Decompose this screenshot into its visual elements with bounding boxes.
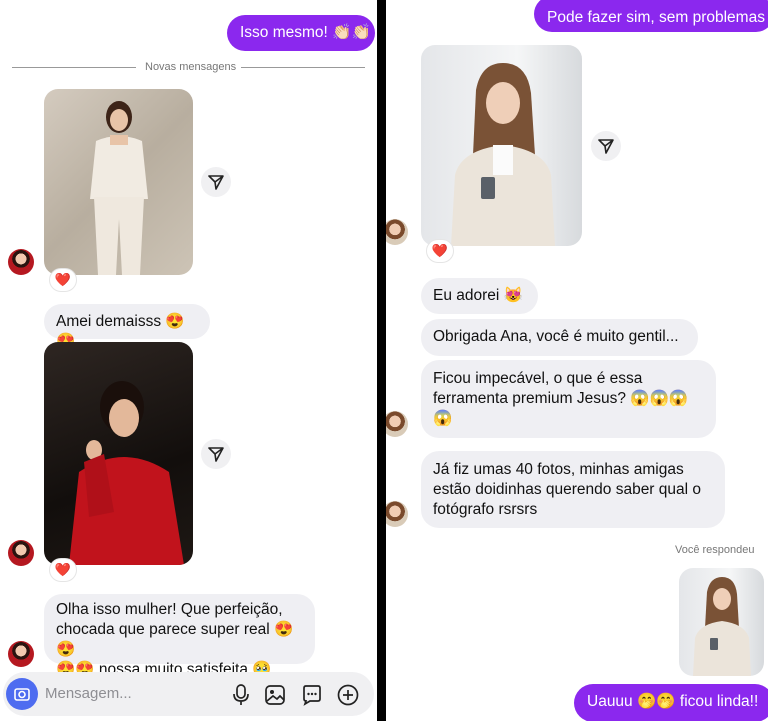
- divider-line-left: [12, 67, 136, 68]
- avatar[interactable]: [386, 501, 408, 527]
- sticker-icon: [303, 685, 321, 706]
- avatar[interactable]: [8, 249, 34, 275]
- avatar[interactable]: [386, 411, 408, 437]
- heart-icon: ❤️: [54, 272, 72, 287]
- plus-icon: [337, 684, 359, 706]
- new-messages-divider: Novas mensagens: [145, 61, 237, 73]
- send-icon: [208, 447, 224, 462]
- received-message-bubble[interactable]: Eu adorei 😻: [421, 278, 538, 314]
- camera-icon: [14, 688, 30, 701]
- sent-message-bubble[interactable]: Pode fazer sim, sem problemas: [534, 0, 768, 32]
- message-text: Eu adorei 😻: [433, 287, 523, 304]
- message-text: Isso mesmo! 👏🏻👏🏻: [240, 24, 371, 41]
- message-text-line: fotógrafo rsrsrs: [433, 501, 538, 518]
- heart-reaction[interactable]: ❤️: [49, 268, 77, 292]
- avatar[interactable]: [8, 641, 34, 667]
- avatar[interactable]: [8, 540, 34, 566]
- message-composer: Mensagem...: [3, 672, 374, 716]
- replied-photo-thumbnail[interactable]: [679, 568, 764, 676]
- photo-red-suit-illustration: [69, 381, 184, 565]
- message-text-line: estão doidinhas querendo saber qual o: [433, 481, 702, 498]
- heart-icon: ❤️: [431, 243, 449, 258]
- sent-message-bubble[interactable]: Uauuu 🤭🤭 ficou linda!!: [574, 684, 768, 721]
- share-button-2[interactable]: [201, 439, 231, 469]
- photo-red-suit[interactable]: [44, 342, 193, 565]
- share-button-1[interactable]: [201, 167, 231, 197]
- photo-white-suit[interactable]: [44, 89, 193, 275]
- message-text: Obrigada Ana, você é muito gentil...: [433, 328, 679, 345]
- plus-button[interactable]: [336, 683, 360, 707]
- message-text-line: 😱: [433, 410, 453, 427]
- sent-message-bubble[interactable]: Isso mesmo! 👏🏻👏🏻: [227, 15, 375, 51]
- avatar[interactable]: [386, 219, 408, 245]
- left-chat-panel: Isso mesmo! 👏🏻👏🏻 Novas mensagens ❤️ Amei…: [0, 0, 377, 721]
- received-message-bubble[interactable]: Obrigada Ana, você é muito gentil...: [421, 319, 698, 356]
- message-text-line: Olha isso mulher! Que perfeição,: [56, 601, 283, 618]
- message-text-line: ferramenta premium Jesus? 😱😱😱: [433, 390, 689, 407]
- right-chat-panel: Pode fazer sim, sem problemas ❤️ Eu ador…: [386, 0, 768, 721]
- you-replied-label: Você respondeu: [675, 544, 755, 556]
- received-message-bubble[interactable]: Ficou impecável, o que é essa ferramenta…: [421, 360, 716, 438]
- replied-photo-illustration: [693, 577, 751, 676]
- camera-button[interactable]: [6, 678, 38, 710]
- message-text-line: chocada que parece super real 😍😍: [56, 621, 294, 658]
- message-text: Pode fazer sim, sem problemas: [547, 9, 765, 26]
- received-message-bubble[interactable]: Já fiz umas 40 fotos, minhas amigas estã…: [421, 451, 725, 528]
- heart-reaction[interactable]: ❤️: [426, 239, 454, 263]
- divider-line-right: [241, 67, 365, 68]
- share-button-3[interactable]: [591, 131, 621, 161]
- microphone-icon: [233, 684, 249, 705]
- message-text: Uauuu 🤭🤭 ficou linda!!: [587, 693, 759, 710]
- heart-reaction[interactable]: ❤️: [49, 558, 77, 582]
- photo-white-suit-illustration: [90, 101, 148, 275]
- photo-beige-blazer-illustration: [451, 63, 555, 246]
- sticker-button[interactable]: [300, 683, 324, 707]
- send-icon: [208, 175, 224, 190]
- message-text-line: Ficou impecável, o que é essa: [433, 370, 643, 387]
- heart-icon: ❤️: [54, 562, 72, 577]
- image-icon: [265, 685, 285, 705]
- received-message-bubble[interactable]: Olha isso mulher! Que perfeição, chocada…: [44, 594, 315, 678]
- gallery-button[interactable]: [263, 683, 287, 707]
- send-icon: [598, 139, 614, 154]
- message-input[interactable]: Mensagem...: [45, 685, 132, 702]
- received-message-bubble[interactable]: Amei demaisss 😍😍: [44, 304, 210, 350]
- message-text-line: Já fiz umas 40 fotos, minhas amigas: [433, 461, 684, 478]
- photo-beige-blazer[interactable]: [421, 45, 582, 246]
- microphone-button[interactable]: [229, 683, 253, 707]
